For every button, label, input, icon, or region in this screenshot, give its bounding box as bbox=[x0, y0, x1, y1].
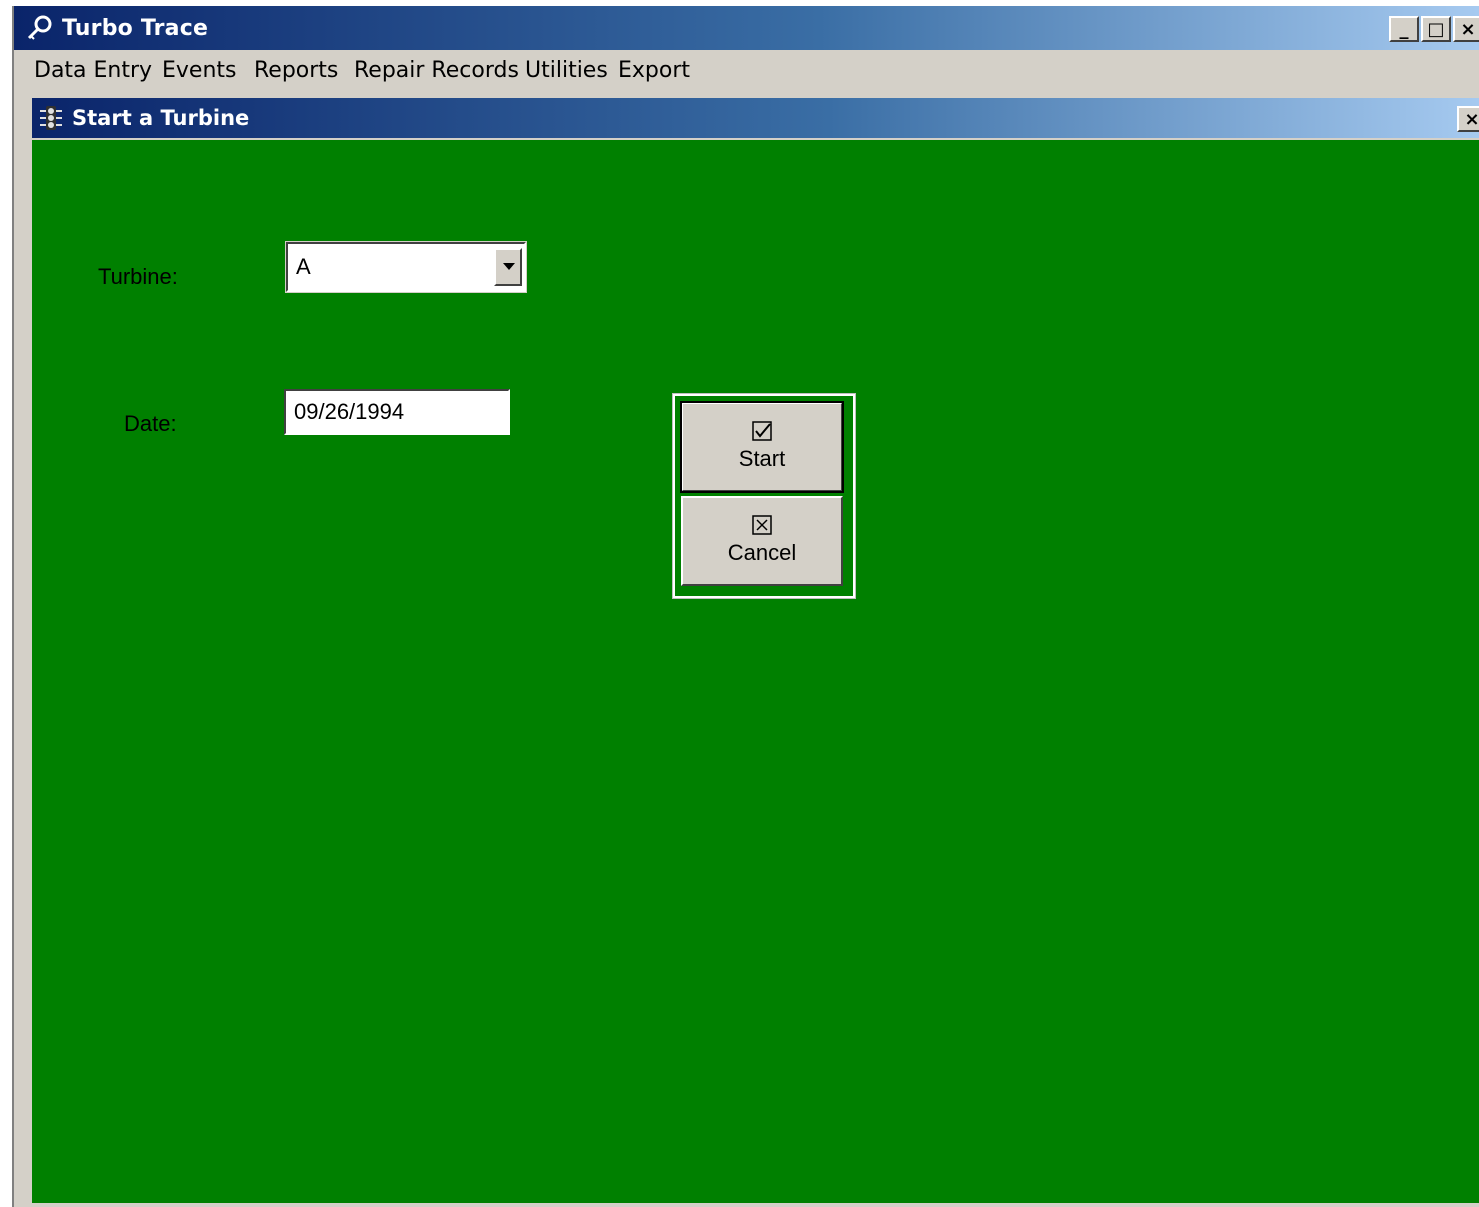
start-turbine-window: Start a Turbine × Turbine: A Date: 09/26… bbox=[32, 98, 1479, 1207]
child-titlebar[interactable]: Start a Turbine × bbox=[32, 98, 1479, 138]
app-titlebar[interactable]: Turbo Trace _ □ × bbox=[14, 6, 1479, 50]
turbine-label: Turbine: bbox=[98, 264, 178, 289]
key-icon bbox=[26, 14, 54, 42]
start-button[interactable]: Start bbox=[680, 401, 844, 493]
titlebar-divider bbox=[32, 138, 1479, 140]
cancel-button-label: Cancel bbox=[727, 540, 797, 565]
cancel-button[interactable]: Cancel bbox=[681, 496, 843, 586]
menu-repair-records[interactable]: Repair Records bbox=[354, 58, 519, 83]
checkbox-check-icon bbox=[751, 420, 773, 442]
child-title: Start a Turbine bbox=[72, 106, 250, 130]
maximize-button[interactable]: □ bbox=[1421, 16, 1451, 42]
start-button-label: Start bbox=[738, 446, 786, 471]
date-field[interactable]: 09/26/1994 bbox=[284, 389, 510, 435]
turbine-select[interactable]: A bbox=[285, 241, 527, 293]
menu-data-entry[interactable]: Data Entry bbox=[34, 58, 152, 83]
menu-events[interactable]: Events bbox=[162, 58, 237, 83]
menu-utilities[interactable]: Utilities bbox=[525, 58, 608, 83]
child-close-button[interactable]: × bbox=[1457, 106, 1479, 132]
app-title: Turbo Trace bbox=[62, 16, 209, 41]
action-button-group: Start Cancel bbox=[672, 393, 856, 599]
close-button[interactable]: × bbox=[1453, 16, 1479, 42]
chevron-down-icon[interactable] bbox=[494, 248, 522, 286]
menubar: Data Entry Events Reports Repair Records… bbox=[14, 50, 1479, 92]
date-label: Date: bbox=[124, 411, 177, 436]
menu-reports[interactable]: Reports bbox=[254, 58, 338, 83]
traffic-light-icon bbox=[38, 105, 64, 131]
minimize-button[interactable]: _ bbox=[1389, 16, 1419, 42]
menu-export[interactable]: Export bbox=[618, 58, 690, 83]
turbine-select-value: A bbox=[296, 254, 311, 279]
checkbox-x-icon bbox=[751, 514, 773, 536]
app-window: Turbo Trace _ □ × Data Entry Events Repo… bbox=[12, 6, 1479, 1207]
